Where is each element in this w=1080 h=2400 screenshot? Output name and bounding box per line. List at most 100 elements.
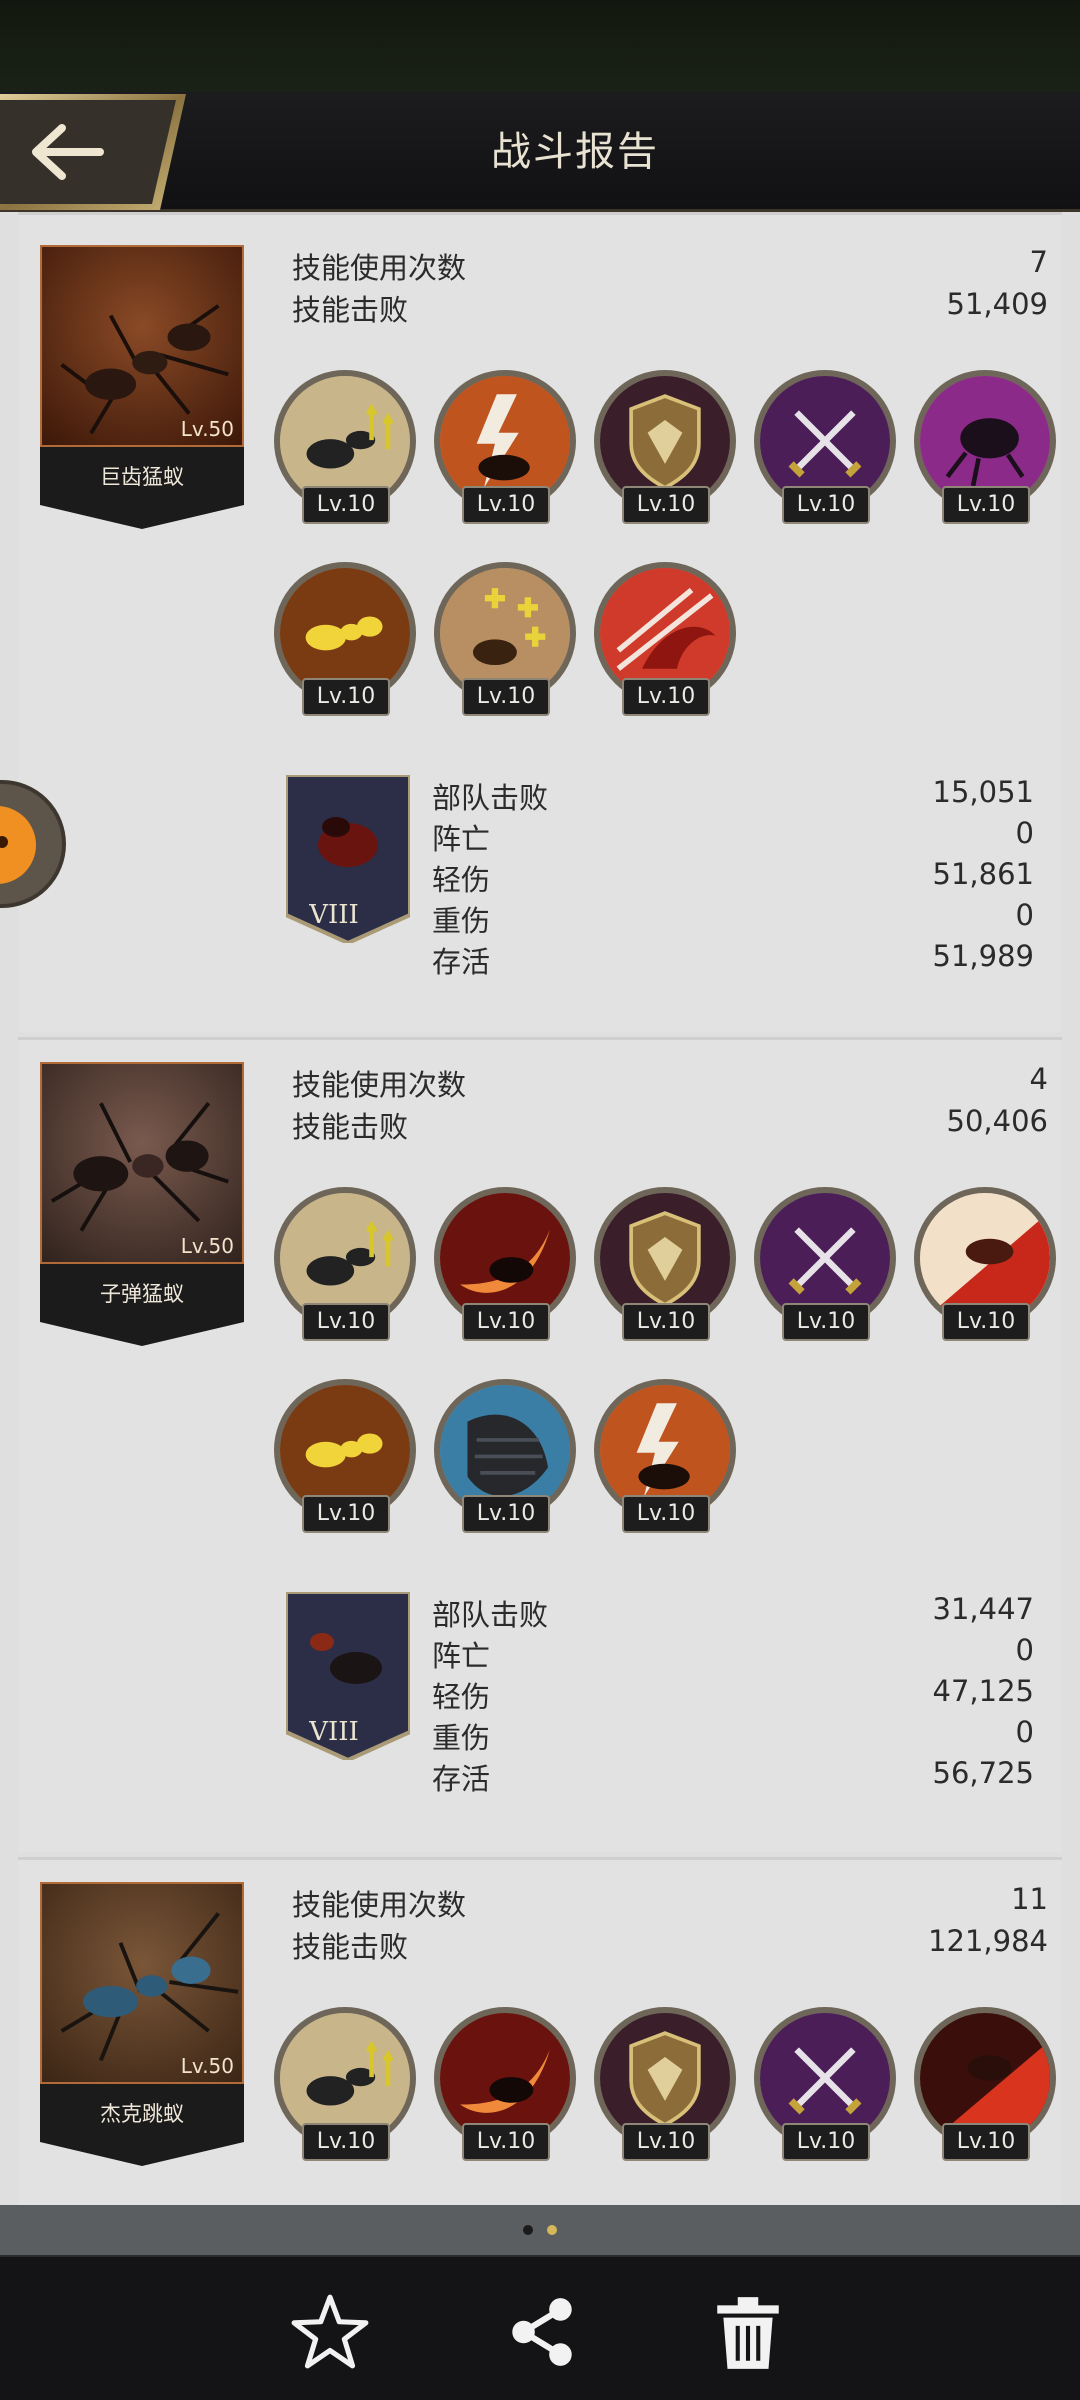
- skill-kills-label: 技能击败: [292, 293, 409, 327]
- favorite-button[interactable]: [285, 2287, 375, 2377]
- skill-level: Lv.10: [462, 1303, 550, 1341]
- skill-uses-value: 4: [1029, 1062, 1048, 1096]
- troop-stat-label: 阵亡: [432, 1639, 491, 1673]
- troop-stat-label: 部队击败: [432, 781, 549, 815]
- skill-uses-label: 技能使用次数: [292, 1888, 467, 1922]
- unit-name-plate: 杰克跳蚁: [40, 2084, 244, 2166]
- skill-level: Lv.10: [622, 1495, 710, 1533]
- skill-level: Lv.10: [462, 486, 550, 524]
- unit-portrait: Lv.50: [40, 1882, 244, 2084]
- skill-kills-value: 121,984: [928, 1924, 1048, 1958]
- skill-level: Lv.10: [462, 2123, 550, 2161]
- skill-level: Lv.10: [302, 486, 390, 524]
- skill-level: Lv.10: [782, 1303, 870, 1341]
- skill-slot[interactable]: Lv.10: [434, 1187, 576, 1347]
- share-icon: [512, 2298, 572, 2366]
- skill-level: Lv.10: [302, 2123, 390, 2161]
- skill-slot[interactable]: Lv.10: [594, 370, 736, 530]
- skill-kills-row: 技能击败 121,984: [292, 1924, 1048, 1964]
- unit-portrait: Lv.50: [40, 1062, 244, 1264]
- skill-slot[interactable]: Lv.10: [434, 1379, 576, 1539]
- skill-slot[interactable]: Lv.10: [434, 2007, 576, 2167]
- skill-slot[interactable]: Lv.10: [594, 1187, 736, 1347]
- unit-level: Lv.50: [180, 1234, 234, 1258]
- skill-slot[interactable]: Lv.10: [754, 2007, 896, 2167]
- skill-kills-label: 技能击败: [292, 1110, 409, 1144]
- skill-slot[interactable]: Lv.10: [434, 370, 576, 530]
- skill-uses-row: 技能使用次数 7: [292, 245, 1048, 285]
- troop-stat-value: 51,861: [932, 857, 1034, 891]
- unit-name: 杰克跳蚁: [100, 2102, 184, 2126]
- skill-slot[interactable]: Lv.10: [594, 1379, 736, 1539]
- troop-tier: VIII: [308, 900, 359, 930]
- skill-level: Lv.10: [462, 1495, 550, 1533]
- page-indicator: [0, 2205, 1080, 2255]
- troop-stat-value: 0: [1015, 898, 1034, 932]
- skill-level: Lv.10: [942, 1303, 1030, 1341]
- troop-stat-row: 重伤 0: [432, 898, 1034, 938]
- unit-name: 子弹猛蚁: [100, 1282, 184, 1306]
- troop-stat-value: 56,725: [932, 1756, 1034, 1790]
- skill-level: Lv.10: [462, 678, 550, 716]
- unit-name: 巨齿猛蚁: [100, 465, 184, 489]
- skill-slot[interactable]: Lv.10: [914, 1187, 1056, 1347]
- skill-kills-value: 50,406: [946, 1104, 1048, 1138]
- skill-slot[interactable]: Lv.10: [274, 2007, 416, 2167]
- battle-report-list[interactable]: Lv.50 巨齿猛蚁 技能使用次数 7 技能击败 51,409 Lv.10 Lv…: [0, 212, 1080, 2205]
- troop-stat-row: 存活 51,989: [432, 939, 1034, 979]
- skill-slot[interactable]: Lv.10: [274, 1379, 416, 1539]
- troop-badge: VIII: [286, 775, 410, 943]
- troop-stat-row: 阵亡 0: [432, 816, 1034, 856]
- skill-level: Lv.10: [622, 486, 710, 524]
- troop-stat-row: 阵亡 0: [432, 1633, 1034, 1673]
- page-dot: [523, 2225, 533, 2235]
- star-icon: [291, 2294, 369, 2369]
- troop-stat-row: 存活 56,725: [432, 1756, 1034, 1796]
- skill-uses-row: 技能使用次数 11: [292, 1882, 1048, 1922]
- skill-level: Lv.10: [302, 1495, 390, 1533]
- skill-slot[interactable]: Lv.10: [274, 370, 416, 530]
- skill-slot[interactable]: Lv.10: [914, 2007, 1056, 2167]
- skill-level: Lv.10: [622, 2123, 710, 2161]
- unit-name-plate: 巨齿猛蚁: [40, 447, 244, 529]
- skill-slot[interactable]: Lv.10: [754, 1187, 896, 1347]
- page-title: 战斗报告: [491, 129, 659, 175]
- skill-slot[interactable]: Lv.10: [274, 1187, 416, 1347]
- skill-level: Lv.10: [942, 2123, 1030, 2161]
- troop-stat-value: 51,989: [932, 939, 1034, 973]
- troop-stat-label: 存活: [432, 945, 491, 979]
- skill-slot[interactable]: Lv.10: [434, 562, 576, 722]
- skill-level: Lv.10: [302, 1303, 390, 1341]
- skill-level: Lv.10: [622, 1303, 710, 1341]
- skill-slot[interactable]: Lv.10: [754, 370, 896, 530]
- troop-stat-label: 轻伤: [432, 1680, 491, 1714]
- unit-level: Lv.50: [180, 417, 234, 441]
- skill-level: Lv.10: [942, 486, 1030, 524]
- share-button[interactable]: [497, 2287, 587, 2377]
- delete-button[interactable]: [703, 2287, 793, 2377]
- skill-slot[interactable]: Lv.10: [594, 562, 736, 722]
- skill-level: Lv.10: [622, 678, 710, 716]
- skill-slot[interactable]: Lv.10: [274, 562, 416, 722]
- troop-stat-value: 0: [1015, 1633, 1034, 1667]
- page-dot-active: [547, 2225, 557, 2235]
- skill-slot[interactable]: Lv.10: [914, 370, 1056, 530]
- skill-uses-label: 技能使用次数: [292, 1068, 467, 1102]
- unit-card: Lv.50 子弹猛蚁 技能使用次数 4 技能击败 50,406 Lv.10 Lv…: [18, 1037, 1062, 1852]
- unit-level: Lv.50: [180, 2054, 234, 2078]
- troop-stat-row: 轻伤 47,125: [432, 1674, 1034, 1714]
- troop-stat-row: 部队击败 15,051: [432, 775, 1034, 815]
- troop-stat-label: 阵亡: [432, 822, 491, 856]
- troop-stat-label: 重伤: [432, 1721, 491, 1755]
- troop-stat-value: 0: [1015, 1715, 1034, 1749]
- troop-stat-label: 存活: [432, 1762, 491, 1796]
- skill-slot[interactable]: Lv.10: [594, 2007, 736, 2167]
- troop-stat-row: 轻伤 51,861: [432, 857, 1034, 897]
- troop-stat-row: 重伤 0: [432, 1715, 1034, 1755]
- troop-stat-value: 47,125: [932, 1674, 1034, 1708]
- skill-uses-label: 技能使用次数: [292, 251, 467, 285]
- unit-card: Lv.50 巨齿猛蚁 技能使用次数 7 技能击败 51,409 Lv.10 Lv…: [18, 212, 1062, 1032]
- skill-kills-row: 技能击败 51,409: [292, 287, 1048, 327]
- trash-icon: [717, 2297, 779, 2369]
- skill-uses-value: 7: [1029, 245, 1048, 279]
